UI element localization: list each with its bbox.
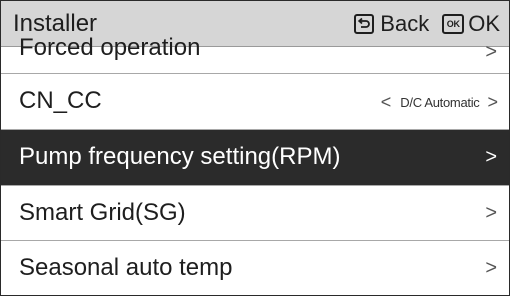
- back-key-icon[interactable]: [354, 14, 375, 34]
- chevron-right-icon: >: [485, 146, 497, 168]
- chevron-right-icon: >: [485, 257, 497, 279]
- ok-key-icon[interactable]: OK: [442, 14, 465, 34]
- menu-item-forced-operation[interactable]: Forced operation >: [1, 34, 509, 74]
- menu-item-label: Smart Grid(SG): [19, 199, 186, 226]
- chevron-right-icon: >: [485, 202, 497, 224]
- chevron-left-icon[interactable]: <: [381, 92, 392, 112]
- menu-item-pump-frequency[interactable]: Pump frequency setting(RPM) >: [1, 130, 509, 186]
- menu-item-label: CN_CC: [19, 87, 102, 114]
- chevron-right-icon: >: [485, 41, 497, 63]
- menu-item-smart-grid[interactable]: Smart Grid(SG) >: [1, 186, 509, 241]
- back-button[interactable]: Back: [380, 11, 429, 37]
- installer-screen: Installer Back OK OK Forced operation > …: [0, 0, 510, 296]
- cn-cc-value-selector[interactable]: < D/C Automatic >: [381, 92, 498, 112]
- cn-cc-value: D/C Automatic: [400, 94, 480, 110]
- menu-item-seasonal-auto-temp[interactable]: Seasonal auto temp >: [1, 241, 509, 295]
- header-actions: Back OK OK: [354, 11, 500, 37]
- chevron-right-icon[interactable]: >: [487, 92, 498, 112]
- menu-item-cn-cc[interactable]: CN_CC < D/C Automatic >: [1, 74, 509, 130]
- menu-item-label: Seasonal auto temp: [19, 254, 233, 281]
- ok-button[interactable]: OK: [468, 11, 500, 37]
- menu-item-label: Pump frequency setting(RPM): [19, 143, 341, 170]
- menu-item-label: Forced operation: [19, 34, 201, 61]
